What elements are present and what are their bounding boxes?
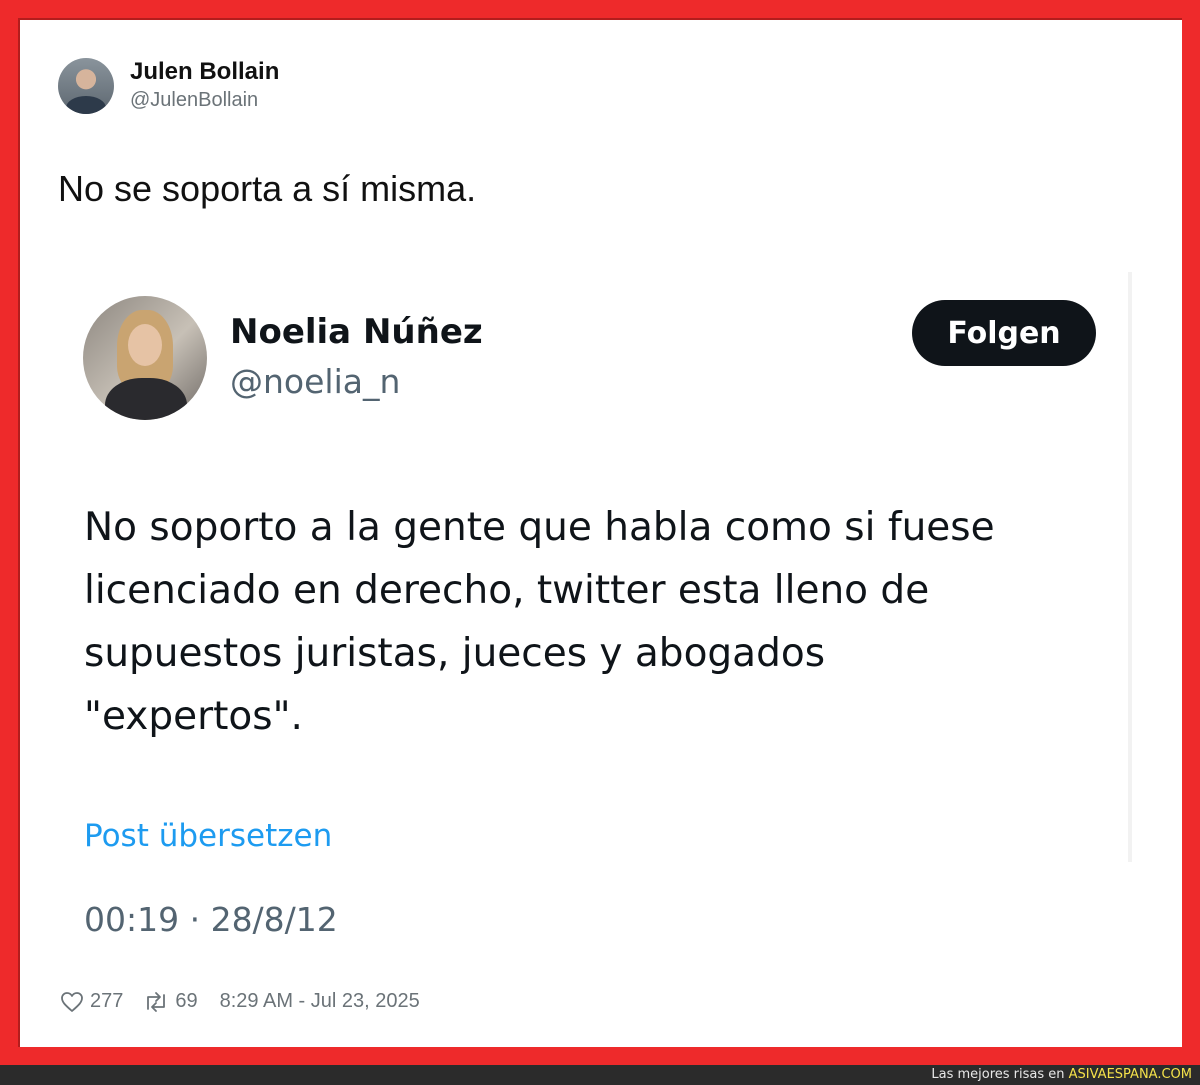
tweet-metrics: 277 69 8:29 AM - Jul 23, 2025 <box>60 990 420 1013</box>
quoted-text-line: licenciado en derecho, twitter esta llen… <box>84 568 930 613</box>
follow-button[interactable]: Folgen <box>912 300 1096 366</box>
footer-bar: Las mejores risas en ASIVAESPANA.COM <box>0 1065 1200 1085</box>
quoted-avatar[interactable] <box>83 296 207 420</box>
quoted-text-line: No soporto a la gente que habla como si … <box>84 505 995 550</box>
quoted-timestamp[interactable]: 00:19 · 28/8/12 <box>84 900 338 939</box>
quote-edge <box>1128 272 1132 862</box>
quoted-author-name[interactable]: Noelia Núñez <box>230 312 483 352</box>
tweet-text: No se soporta a sí misma. <box>58 168 477 209</box>
tweet-timestamp[interactable]: 8:29 AM - Jul 23, 2025 <box>220 990 420 1013</box>
heart-icon <box>61 991 83 1012</box>
quoted-author-handle[interactable]: @noelia_n <box>230 362 400 401</box>
author-handle[interactable]: @JulenBollain <box>130 86 279 114</box>
quoted-tweet-text: No soporto a la gente que habla como si … <box>84 496 1094 748</box>
author-name[interactable]: Julen Bollain <box>130 58 279 86</box>
retweet-count: 69 <box>175 990 198 1012</box>
footer-brand[interactable]: ASIVAESPANA.COM <box>1069 1067 1192 1082</box>
quoted-text-line: supuestos juristas, jueces y abogados <box>84 631 826 676</box>
quoted-text-line: "expertos". <box>84 694 303 739</box>
like-count: 277 <box>90 990 124 1012</box>
footer-text: Las mejores risas en <box>931 1067 1069 1082</box>
translate-post-link[interactable]: Post übersetzen <box>84 818 332 854</box>
retweet-button[interactable]: 69 <box>143 990 198 1013</box>
avatar[interactable] <box>58 58 114 114</box>
tweet-author[interactable]: Julen Bollain @JulenBollain <box>58 58 279 114</box>
retweet-icon <box>147 991 166 1012</box>
like-button[interactable]: 277 <box>60 990 123 1013</box>
